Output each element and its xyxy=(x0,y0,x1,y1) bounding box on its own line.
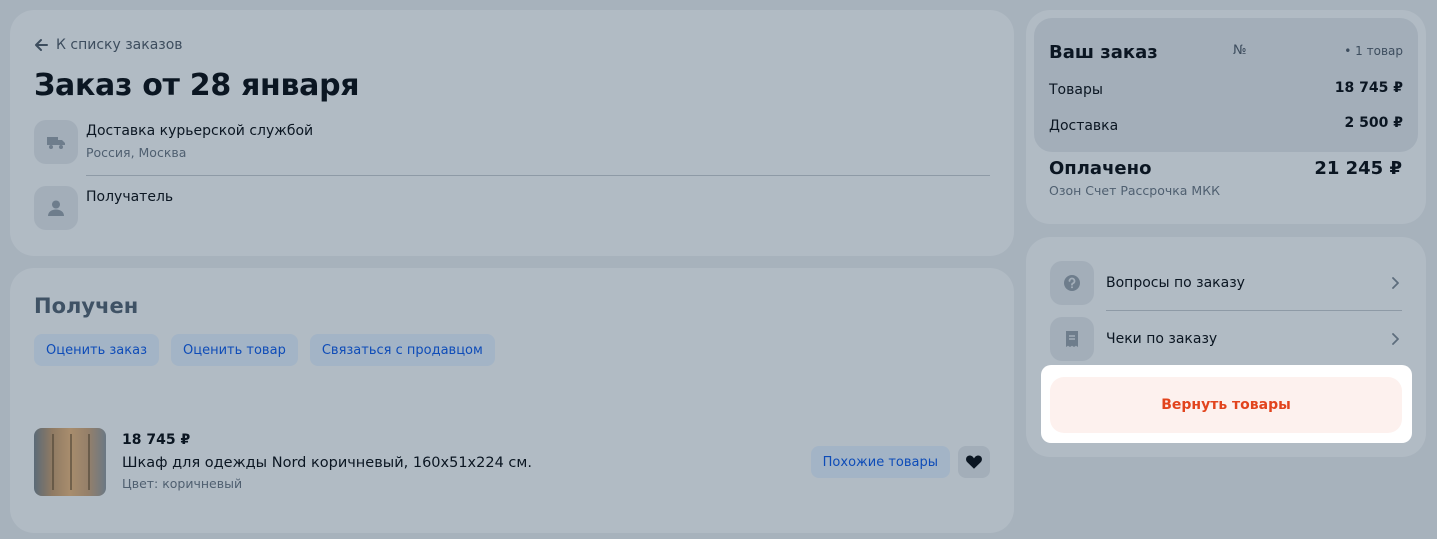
delivery-info: Доставка курьерской службой Россия, Моск… xyxy=(34,120,313,164)
chevron-right-icon xyxy=(1392,277,1399,289)
order-questions-label: Вопросы по заказу xyxy=(1106,275,1245,291)
order-status-card: Получен Оценить заказ Оценить товар Связ… xyxy=(10,268,1014,533)
items-label: Товары xyxy=(1049,82,1103,98)
similar-products-button[interactable]: Похожие товары xyxy=(810,446,950,478)
order-number: № xyxy=(1233,43,1247,58)
contact-seller-button[interactable]: Связаться с продавцом xyxy=(309,334,495,366)
product-price: 18 745 ₽ xyxy=(122,432,191,448)
return-highlight: Вернуть товары xyxy=(1041,365,1412,443)
rate-product-button[interactable]: Оценить товар xyxy=(171,334,298,366)
favorite-button[interactable] xyxy=(958,446,990,478)
summary-breakdown: Ваш заказ № • 1 товар Товары 18 745 ₽ До… xyxy=(1034,18,1418,152)
heart-icon xyxy=(966,455,982,469)
recipient-info: Получатель xyxy=(34,186,173,230)
order-info-card: К списку заказов Заказ от 28 января Дост… xyxy=(10,10,1014,256)
order-receipts-label: Чеки по заказу xyxy=(1106,331,1218,347)
delivery-address: Россия, Москва xyxy=(86,145,187,160)
user-icon xyxy=(34,186,78,230)
back-to-orders-link[interactable]: К списку заказов xyxy=(34,37,183,53)
arrow-left-icon xyxy=(35,39,48,51)
items-value: 18 745 ₽ xyxy=(1334,80,1403,96)
item-count: • 1 товар xyxy=(1344,44,1403,58)
payment-method: Озон Счет Рассрочка МКК xyxy=(1049,183,1220,198)
question-icon xyxy=(1050,261,1094,305)
truck-icon xyxy=(34,120,78,164)
status-actions: Оценить заказ Оценить товар Связаться с … xyxy=(34,334,495,366)
product-name[interactable]: Шкаф для одежды Nord коричневый, 160x51x… xyxy=(122,455,532,471)
recipient-label: Получатель xyxy=(86,189,174,205)
order-questions-link[interactable]: Вопросы по заказу xyxy=(1050,261,1402,305)
paid-total: 21 245 ₽ xyxy=(1314,158,1402,179)
delivery-method: Доставка курьерской службой xyxy=(86,123,314,139)
paid-label: Оплачено xyxy=(1049,158,1152,179)
receipt-icon xyxy=(1050,317,1094,361)
delivery-label: Доставка xyxy=(1049,118,1119,134)
delivery-value: 2 500 ₽ xyxy=(1344,115,1403,131)
divider xyxy=(1106,310,1402,311)
order-receipts-link[interactable]: Чеки по заказу xyxy=(1050,317,1402,361)
product-color: Цвет: коричневый xyxy=(122,476,243,491)
order-summary-card: Ваш заказ № • 1 товар Товары 18 745 ₽ До… xyxy=(1026,10,1426,224)
rate-order-button[interactable]: Оценить заказ xyxy=(34,334,160,366)
product-item: 18 745 ₽ Шкаф для одежды Nord коричневый… xyxy=(34,426,990,498)
product-image[interactable] xyxy=(34,428,106,496)
return-items-button[interactable]: Вернуть товары xyxy=(1050,377,1402,433)
back-link-label: К списку заказов xyxy=(56,37,183,53)
divider xyxy=(86,175,990,176)
page-title: Заказ от 28 января xyxy=(34,68,360,103)
summary-title: Ваш заказ xyxy=(1049,42,1158,63)
order-status: Получен xyxy=(34,294,139,318)
chevron-right-icon xyxy=(1392,333,1399,345)
